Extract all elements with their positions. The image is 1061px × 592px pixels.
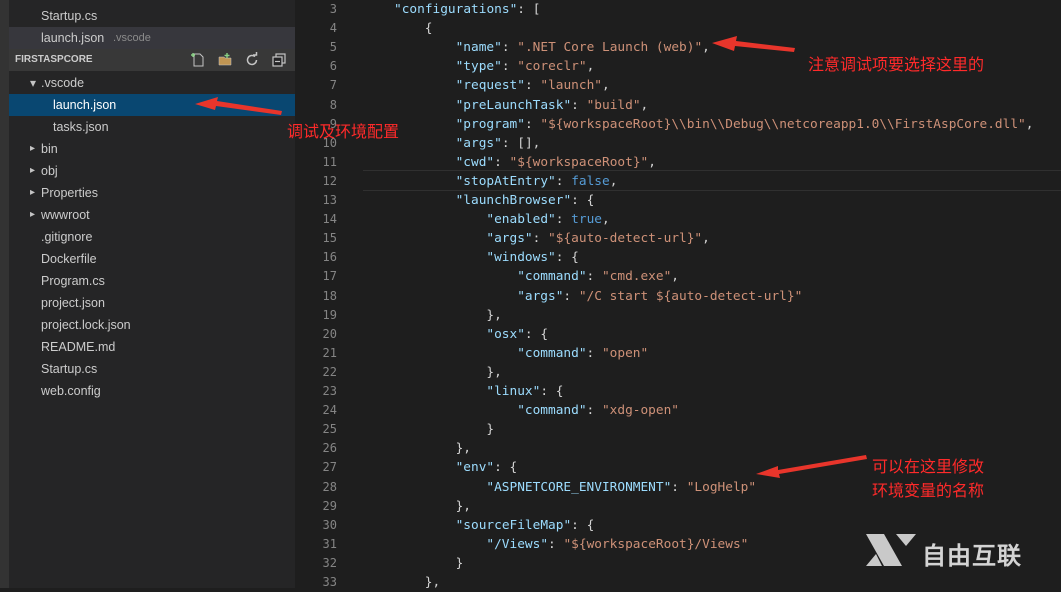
annotation-launch-note: 调试及环境配置	[287, 122, 400, 141]
arrow-to-launch-json	[195, 97, 282, 115]
annotation-env-note-line2: 环境变量的名称	[872, 481, 985, 500]
arrow-to-name-line	[712, 36, 795, 52]
annotation-env-note-line1: 可以在这里修改	[872, 457, 985, 476]
watermark-text: 自由互联	[922, 542, 1022, 570]
watermark-logo-icon	[866, 534, 916, 566]
watermark: 自由互联	[862, 526, 1052, 574]
arrow-to-env-line	[756, 455, 867, 478]
annotation-name-note: 注意调试项要选择这里的	[808, 55, 985, 74]
